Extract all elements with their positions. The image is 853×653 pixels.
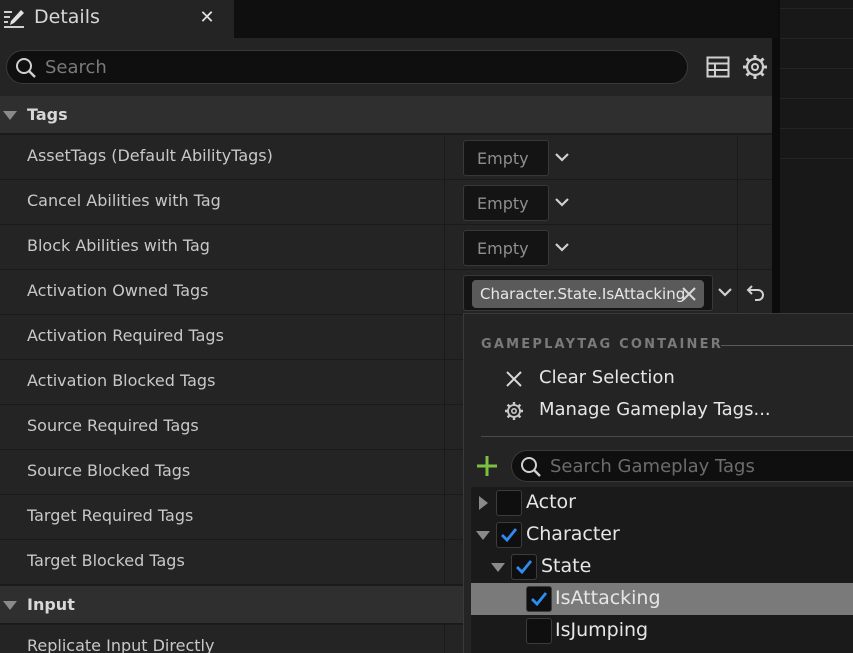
- tag-checkbox[interactable]: [526, 586, 552, 612]
- tree-item-character[interactable]: Character: [471, 519, 853, 551]
- property-name: Target Blocked Tags: [27, 551, 185, 570]
- search-box[interactable]: [6, 50, 688, 84]
- collapse-arrow-icon[interactable]: [3, 111, 17, 120]
- collapse-arrow-icon[interactable]: [491, 563, 505, 572]
- section-label: Input: [27, 595, 75, 614]
- property-row: AssetTags (Default AbilityTags) Empty: [0, 135, 772, 180]
- chevron-down-icon[interactable]: [716, 283, 734, 301]
- property-name: Activation Owned Tags: [27, 281, 209, 300]
- tree-item-label: IsAttacking: [555, 587, 661, 609]
- tag-container-value: Character.State.IsAttacking: [463, 275, 713, 311]
- table-view-icon[interactable]: [706, 56, 730, 78]
- property-name: Activation Blocked Tags: [27, 371, 216, 390]
- tree-item-state[interactable]: State: [471, 551, 853, 583]
- property-name: Replicate Input Directly: [27, 636, 215, 653]
- tag-search-input[interactable]: [550, 454, 840, 478]
- tag-tree: Actor Character State IsAttacking IsJump…: [471, 487, 853, 653]
- tree-item-isjumping[interactable]: IsJumping: [471, 615, 853, 647]
- tag-checkbox[interactable]: [511, 554, 537, 580]
- tag-checkbox[interactable]: [526, 618, 552, 644]
- pencil-icon: [2, 6, 26, 30]
- manage-gameplay-tags-menu-item[interactable]: Manage Gameplay Tags...: [504, 397, 834, 425]
- tab-title: Details: [34, 6, 100, 28]
- tab-bar: Details ✕: [0, 0, 778, 38]
- reset-to-default-icon[interactable]: [746, 282, 766, 302]
- tag-search-box[interactable]: [511, 450, 853, 482]
- tag-checkbox[interactable]: [496, 522, 522, 548]
- tag-container-value[interactable]: Empty: [463, 185, 549, 221]
- tree-item-label: Actor: [526, 491, 576, 513]
- property-row: Activation Owned Tags Character.State.Is…: [0, 270, 772, 315]
- property-name: AssetTags (Default AbilityTags): [27, 146, 273, 165]
- settings-gear-icon[interactable]: [742, 54, 768, 80]
- property-row: Cancel Abilities with Tag Empty: [0, 180, 772, 225]
- tag-container-value[interactable]: Empty: [463, 230, 549, 266]
- tab-details[interactable]: Details ✕: [0, 0, 234, 38]
- property-name: Target Required Tags: [27, 506, 194, 525]
- close-icon: [504, 369, 524, 389]
- tree-item-actor[interactable]: Actor: [471, 487, 853, 519]
- expand-arrow-icon[interactable]: [479, 496, 488, 510]
- search-bar: [0, 38, 772, 96]
- section-label: Tags: [27, 105, 68, 124]
- tree-item-isattacking[interactable]: IsAttacking: [471, 583, 853, 615]
- property-name: Source Required Tags: [27, 416, 199, 435]
- chevron-down-icon[interactable]: [553, 148, 571, 166]
- property-row: Block Abilities with Tag Empty: [0, 225, 772, 270]
- property-name: Activation Required Tags: [27, 326, 224, 345]
- tree-item-label: IsJumping: [555, 619, 649, 641]
- gear-icon: [504, 401, 524, 421]
- section-header-tags[interactable]: Tags: [0, 96, 772, 134]
- dropdown-heading: GAMEPLAYTAG CONTAINER: [481, 337, 723, 352]
- chevron-down-icon[interactable]: [553, 238, 571, 256]
- search-icon: [15, 57, 37, 79]
- property-name: Source Blocked Tags: [27, 461, 191, 480]
- tree-item-label: Character: [526, 523, 620, 545]
- menu-item-label: Clear Selection: [539, 367, 675, 388]
- add-tag-plus-icon[interactable]: [475, 454, 499, 478]
- tag-chip-label: Character.State.IsAttacking: [480, 285, 686, 303]
- remove-tag-icon[interactable]: [680, 285, 698, 303]
- tag-checkbox[interactable]: [496, 490, 522, 516]
- tree-item-label: State: [541, 555, 592, 577]
- menu-item-label: Manage Gameplay Tags...: [539, 399, 771, 420]
- search-input[interactable]: [45, 54, 665, 80]
- collapse-arrow-icon[interactable]: [476, 531, 490, 540]
- gameplay-tag-dropdown: GAMEPLAYTAG CONTAINER Clear Selection Ma…: [463, 313, 853, 653]
- clear-selection-menu-item[interactable]: Clear Selection: [504, 365, 834, 393]
- search-icon: [520, 456, 542, 478]
- collapse-arrow-icon[interactable]: [3, 601, 17, 610]
- property-name: Cancel Abilities with Tag: [27, 191, 221, 210]
- chevron-down-icon[interactable]: [553, 193, 571, 211]
- tag-chip[interactable]: Character.State.IsAttacking: [472, 280, 704, 308]
- close-icon[interactable]: ✕: [197, 8, 217, 28]
- property-name: Block Abilities with Tag: [27, 236, 210, 255]
- tag-container-value[interactable]: Empty: [463, 140, 549, 176]
